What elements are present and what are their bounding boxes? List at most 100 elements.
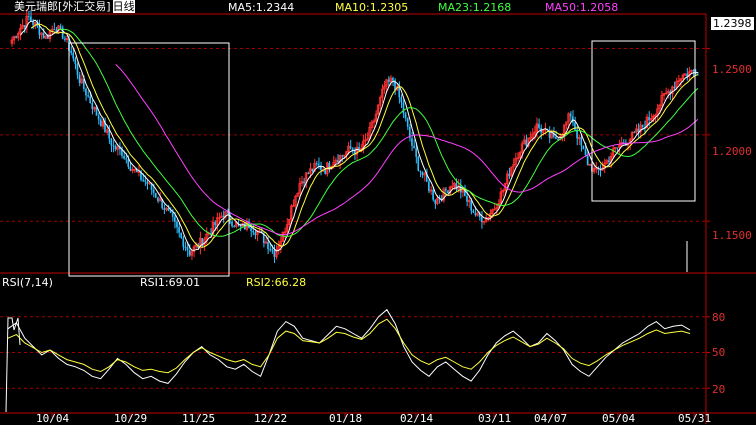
candlesticks <box>10 9 699 264</box>
candle-down <box>307 172 309 174</box>
candle-down <box>186 247 189 251</box>
ma50-label: MA50:1.2058 <box>545 1 619 14</box>
rsi-title: RSI(7,14) <box>2 276 53 289</box>
candle-down <box>267 241 269 250</box>
candle-down <box>53 29 55 31</box>
candle-down <box>87 95 89 97</box>
candle-down <box>273 249 276 257</box>
candle-down <box>569 113 572 117</box>
rsi-tick-20: 20 <box>712 383 726 396</box>
candle-down <box>214 222 216 226</box>
x-tick-label: 11/25 <box>182 412 216 425</box>
candle-down <box>114 145 117 150</box>
ma5-line <box>20 19 698 252</box>
candle-down <box>586 155 589 165</box>
candle-down <box>303 181 305 184</box>
x-tick-label: 10/29 <box>114 412 148 425</box>
candle-down <box>188 250 191 256</box>
candle-down <box>178 227 180 233</box>
instrument-title: 美元瑞郎[外汇交易] 日线 <box>14 0 135 13</box>
rsi2-label: RSI2:66.28 <box>246 276 307 289</box>
candle-down <box>167 208 170 211</box>
candle-down <box>222 215 225 217</box>
ma23-label: MA23:1.2168 <box>438 1 512 14</box>
candle-down <box>673 86 676 88</box>
candle-down <box>157 197 159 202</box>
candle-down <box>648 117 650 121</box>
candle-down <box>152 189 155 193</box>
candle-down <box>580 137 583 146</box>
x-tick-label: 05/31 <box>678 412 712 425</box>
candle-down <box>315 163 318 165</box>
rsi-tick-50: 50 <box>712 346 726 359</box>
rsi1-line <box>7 308 691 384</box>
candle-down <box>444 188 447 191</box>
candle-down <box>428 181 430 192</box>
candle-down <box>231 221 233 227</box>
candle-down <box>349 146 352 149</box>
x-tick-label: 04/07 <box>534 412 568 425</box>
candle-down <box>434 199 437 204</box>
candle-down <box>144 180 146 182</box>
candle-down <box>472 210 475 213</box>
candle-down <box>555 136 557 139</box>
ma10-label: MA10:1.2305 <box>335 1 409 14</box>
candle-down <box>252 231 254 233</box>
chart-canvas <box>0 9 756 424</box>
ma23-line <box>58 28 699 237</box>
rsi-start-spike <box>5 317 21 413</box>
candle-down <box>180 232 182 238</box>
candle-down <box>447 190 449 194</box>
candle-down <box>421 171 424 175</box>
candle-down <box>125 158 127 160</box>
candle-down <box>38 26 41 35</box>
candle-down <box>127 159 130 167</box>
rsi-tick-80: 80 <box>712 311 726 324</box>
candle-down <box>582 145 585 150</box>
candle-down <box>508 173 511 177</box>
candle-down <box>184 246 187 248</box>
candle-down <box>616 147 619 149</box>
candle-down <box>95 107 98 116</box>
x-tick-label: 12/22 <box>254 412 288 425</box>
highlight-box-right <box>591 40 696 202</box>
candle-down <box>470 200 472 211</box>
candle-down <box>474 212 477 216</box>
candle-down <box>171 212 174 217</box>
candle-down <box>607 160 610 163</box>
ma5-label: MA5:1.2344 <box>228 1 295 14</box>
candle-down <box>432 190 434 200</box>
candle-down <box>387 79 390 82</box>
moving-averages <box>20 19 699 252</box>
x-tick-label: 01/18 <box>329 412 363 425</box>
candle-down <box>419 170 422 172</box>
candle-down <box>584 149 587 156</box>
candle-down <box>466 195 468 202</box>
candle-down <box>78 74 81 84</box>
x-tick-label: 03/11 <box>478 412 512 425</box>
candle-down <box>74 58 77 65</box>
candle-down <box>174 216 176 222</box>
rsi2-line <box>7 318 691 374</box>
candle-down <box>250 228 252 232</box>
candle-down <box>129 166 132 171</box>
instrument-name: 美元瑞郎[外汇交易] <box>14 0 111 13</box>
candle-down <box>337 160 339 163</box>
candle-down <box>271 249 273 251</box>
candle-down <box>70 50 72 53</box>
candle-down <box>76 64 79 75</box>
candle-down <box>480 217 483 223</box>
candle-down <box>112 145 115 147</box>
candle-down <box>23 25 26 27</box>
candle-down <box>415 148 417 157</box>
candle-down <box>42 33 45 39</box>
candle-down <box>254 232 257 235</box>
candle-down <box>324 169 326 174</box>
candle-down <box>417 156 420 171</box>
candle-down <box>311 168 314 172</box>
candle-down <box>154 192 157 198</box>
candle-down <box>402 102 405 114</box>
candle-down <box>30 16 32 21</box>
candle-down <box>404 113 407 119</box>
price-tick-3: 1.1500 <box>712 229 752 242</box>
